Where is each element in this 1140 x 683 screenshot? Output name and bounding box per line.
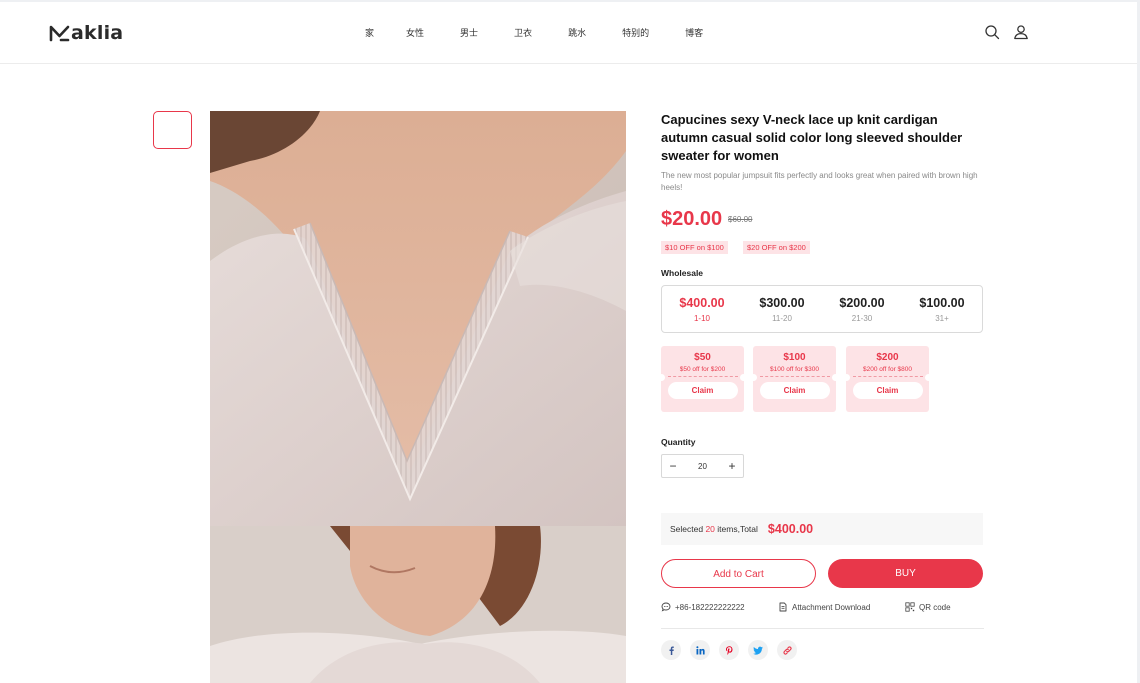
share-pinterest[interactable]: [719, 640, 739, 660]
decrease-button[interactable]: −: [662, 459, 684, 473]
coupon-condition: $50 off for $200: [679, 366, 726, 373]
summary-total: $400.00: [767, 522, 814, 536]
share-facebook[interactable]: [661, 640, 681, 660]
document-icon: [779, 602, 787, 612]
nav-item-special[interactable]: 特别的: [622, 26, 649, 39]
increase-button[interactable]: +: [721, 459, 743, 473]
coupon-divider: [759, 376, 830, 377]
quantity-stepper: − 20 +: [661, 454, 744, 478]
tier-range: 31+: [935, 314, 949, 323]
product-image-main: [210, 111, 626, 526]
tier-price: $100.00: [919, 296, 965, 310]
search-icon[interactable]: [984, 24, 1000, 40]
coupon-card: $50 $50 off for $200 Claim: [658, 346, 747, 412]
nav-item-hoodies[interactable]: 卫衣: [514, 26, 532, 39]
wholesale-label: Wholesale: [661, 268, 704, 278]
wholesale-tiers: $400.00 1-10 $300.00 11-20 $200.00 21-30…: [661, 285, 983, 333]
coupon-condition: $100 off for $300: [769, 366, 820, 373]
quantity-label: Quantity: [661, 437, 696, 447]
gallery-thumbnail[interactable]: [153, 111, 192, 149]
product-subtitle: The new most popular jumpsuit fits perfe…: [661, 171, 978, 192]
tier-price: $200.00: [839, 296, 885, 310]
tier-price: $400.00: [679, 296, 725, 310]
summary-text: Selected 20 items,Total: [670, 524, 758, 534]
contact-phone[interactable]: +86-182222222222: [661, 602, 745, 612]
qr-label: QR code: [919, 602, 951, 612]
add-to-cart-button[interactable]: Add to Cart: [661, 559, 816, 588]
nav-item-diving[interactable]: 跳水: [568, 26, 586, 39]
pinterest-icon: [725, 645, 732, 655]
wholesale-tier[interactable]: $100.00 31+: [902, 286, 982, 332]
header-actions: [984, 24, 1029, 40]
share-link[interactable]: [777, 640, 797, 660]
buy-button[interactable]: BUY: [828, 559, 983, 588]
attachment-label: Attachment Download: [792, 602, 871, 612]
product-title: Capucines sexy V-neck lace up knit cardi…: [661, 112, 963, 163]
facebook-icon: [669, 646, 674, 655]
claim-button[interactable]: Claim: [852, 382, 923, 399]
quantity-input[interactable]: 20: [684, 462, 721, 471]
tier-range: 21-30: [851, 314, 873, 323]
claim-button[interactable]: Claim: [667, 382, 738, 399]
wholesale-tier[interactable]: $400.00 1-10: [662, 286, 742, 332]
discount-tag: $20 OFF on $200: [743, 241, 810, 254]
wholesale-tier[interactable]: $200.00 21-30: [822, 286, 902, 332]
user-icon[interactable]: [1013, 24, 1029, 40]
brand-name: aklia: [71, 22, 124, 44]
coupon-card: $100 $100 off for $300 Claim: [750, 346, 839, 412]
wholesale-tier[interactable]: $300.00 11-20: [742, 286, 822, 332]
section-divider: [661, 628, 984, 629]
qr-code-icon: [905, 602, 915, 612]
original-price: $60.00: [728, 215, 753, 224]
coupon-divider: [852, 376, 923, 377]
chat-icon: [661, 602, 671, 612]
share-links: [661, 640, 797, 660]
summary-count: 20: [705, 524, 715, 534]
summary-prefix: Selected: [670, 524, 706, 534]
coupon-divider: [667, 376, 738, 377]
tier-price: $300.00: [759, 296, 805, 310]
link-icon: [782, 645, 792, 655]
coupon-amount: $200: [876, 352, 899, 363]
product-image-secondary: [210, 526, 626, 683]
discount-tag: $10 OFF on $100: [661, 241, 728, 254]
nav-item-home[interactable]: 家: [365, 26, 374, 39]
summary-suffix: items,Total: [714, 524, 758, 534]
tier-range: 11-20: [772, 314, 792, 323]
nav-item-women[interactable]: 女性: [406, 26, 424, 39]
attachment-download[interactable]: Attachment Download: [778, 602, 870, 612]
brand-logo[interactable]: aklia: [49, 22, 123, 44]
claim-button[interactable]: Claim: [759, 382, 830, 399]
order-summary: Selected 20 items,Total $400.00: [661, 513, 983, 545]
coupon-condition: $200 off for $800: [862, 366, 913, 373]
coupon-card: $200 $200 off for $800 Claim: [843, 346, 932, 412]
logo-m-icon: [49, 25, 70, 41]
main-nav: 家 女性 男士 卫衣 跳水 特别的 博客: [351, 26, 703, 39]
nav-item-blog[interactable]: 博客: [685, 26, 703, 39]
tier-range: 1-10: [693, 314, 710, 323]
qr-code-link[interactable]: QR code: [905, 602, 951, 612]
coupon-amount: $50: [694, 352, 711, 363]
share-linkedin[interactable]: [690, 640, 710, 660]
twitter-icon: [752, 646, 763, 655]
coupon-amount: $100: [783, 352, 806, 363]
site-header: aklia 家 女性 男士 卫衣 跳水 特别的 博客: [0, 2, 1137, 64]
current-price: $20.00: [661, 208, 723, 230]
phone-number: +86-182222222222: [675, 602, 745, 612]
nav-item-men[interactable]: 男士: [460, 26, 478, 39]
linkedin-icon: [695, 645, 705, 654]
share-twitter[interactable]: [748, 640, 768, 660]
